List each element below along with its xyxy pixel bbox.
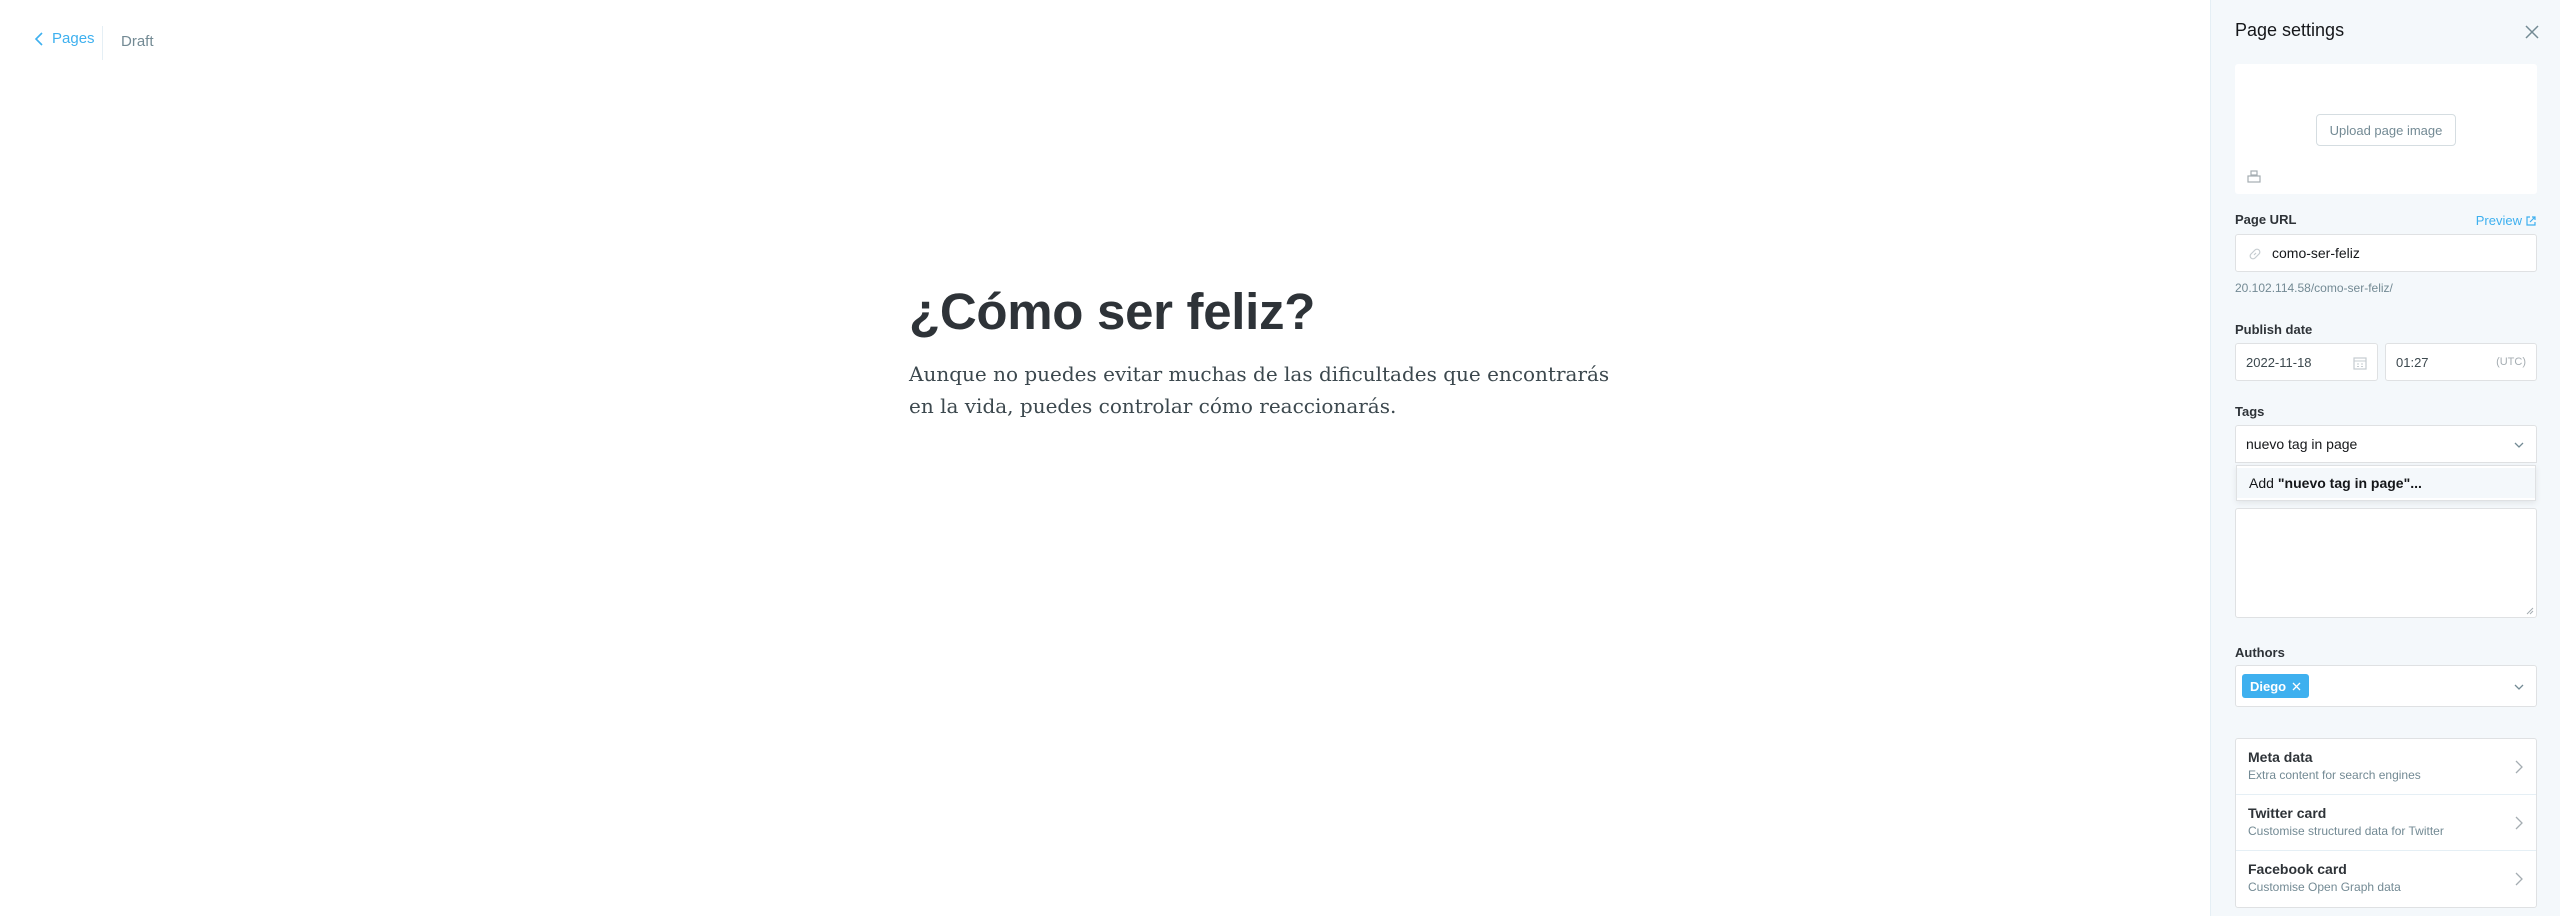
link-icon (2249, 248, 2261, 260)
nav-item-description: Extra content for search engines (2248, 768, 2421, 782)
add-tag-name: "nuevo tag in page"... (2277, 475, 2422, 491)
publish-time-input[interactable]: 01:27 (UTC) (2385, 343, 2537, 381)
back-link-label: Pages (52, 30, 95, 47)
page-title[interactable]: ¿Cómo ser feliz? (909, 280, 1639, 344)
back-to-pages-link[interactable]: Pages (34, 30, 95, 47)
add-tag-prefix: Add (2249, 475, 2274, 491)
tags-input-value: nuevo tag in page (2246, 436, 2358, 452)
nav-item-twitter-card[interactable]: Twitter card Customise structured data f… (2236, 795, 2536, 851)
tags-label: Tags (2235, 404, 2265, 419)
publish-date-label: Publish date (2235, 322, 2313, 337)
divider (102, 26, 103, 60)
nav-item-meta-data[interactable]: Meta data Extra content for search engin… (2236, 739, 2536, 795)
page-url-value: como-ser-feliz (2272, 245, 2360, 261)
settings-nav-list: Meta data Extra content for search engin… (2235, 738, 2537, 908)
authors-input[interactable]: Diego (2235, 665, 2537, 707)
add-tag-option[interactable]: Add "nuevo tag in page"... (2237, 468, 2535, 498)
editor-topbar: Pages Draft (0, 0, 2210, 84)
page-url-hint: 20.102.114.58/como-ser-feliz/ (2235, 281, 2393, 295)
excerpt-textarea[interactable] (2235, 508, 2537, 618)
publish-date-value: 2022-11-18 (2246, 354, 2312, 370)
chevron-right-icon (2515, 816, 2523, 830)
authors-label: Authors (2235, 645, 2285, 660)
nav-item-title: Twitter card (2248, 805, 2327, 821)
author-name: Diego (2250, 678, 2287, 694)
tags-dropdown: Add "nuevo tag in page"... (2236, 465, 2536, 501)
chevron-right-icon (2515, 760, 2523, 774)
page-status: Draft (121, 33, 154, 50)
page-settings-panel: Page settings Upload page image Page URL… (2210, 0, 2560, 916)
chevron-right-icon (2515, 872, 2523, 886)
chevron-left-icon (34, 31, 43, 46)
preview-label: Preview (2475, 213, 2522, 228)
nav-item-description: Customise Open Graph data (2248, 880, 2401, 894)
unsplash-icon[interactable] (2246, 168, 2262, 184)
publish-time-value: 01:27 (2396, 354, 2429, 370)
page-image-dropzone[interactable]: Upload page image (2235, 64, 2537, 194)
resize-handle-icon[interactable] (2526, 607, 2534, 615)
calendar-icon[interactable] (2353, 356, 2367, 370)
external-link-icon (2526, 215, 2536, 226)
close-icon[interactable] (2522, 22, 2542, 42)
nav-item-title: Meta data (2248, 749, 2313, 765)
panel-title: Page settings (2235, 20, 2345, 40)
chevron-down-icon (2514, 684, 2524, 690)
preview-link[interactable]: Preview (2476, 213, 2536, 228)
page-body-text[interactable]: Aunque no puedes evitar muchas de las di… (909, 358, 1639, 422)
nav-item-description: Customise structured data for Twitter (2248, 824, 2444, 838)
page-url-label: Page URL (2235, 212, 2297, 227)
page-url-input[interactable]: como-ser-feliz (2235, 234, 2537, 272)
author-token[interactable]: Diego (2242, 674, 2310, 698)
upload-page-image-button[interactable]: Upload page image (2316, 114, 2456, 146)
nav-item-title: Facebook card (2248, 861, 2347, 877)
publish-date-input[interactable]: 2022-11-18 (2235, 343, 2378, 381)
tags-input[interactable]: nuevo tag in page (2235, 425, 2537, 463)
remove-author-icon[interactable] (2292, 682, 2301, 691)
nav-item-facebook-card[interactable]: Facebook card Customise Open Graph data (2236, 851, 2536, 907)
editor-canvas[interactable]: ¿Cómo ser feliz? Aunque no puedes evitar… (909, 280, 1639, 422)
chevron-down-icon (2514, 442, 2524, 448)
timezone-label: (UTC) (2496, 356, 2526, 368)
